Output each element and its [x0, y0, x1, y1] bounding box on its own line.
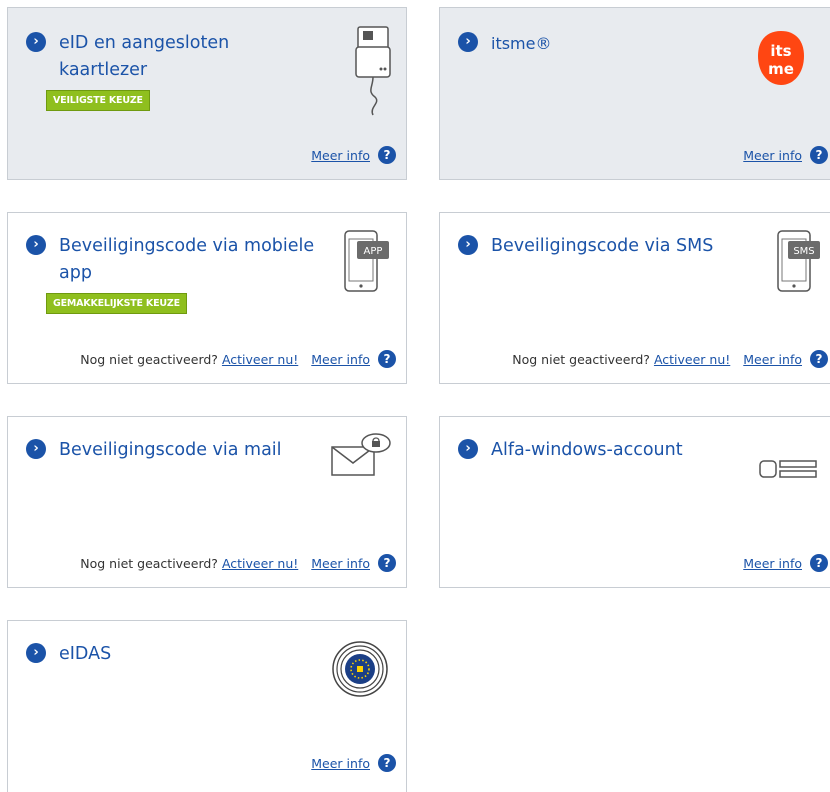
meer-info-link[interactable]: Meer info: [743, 352, 802, 367]
help-icon[interactable]: ?: [378, 554, 396, 572]
meer-info-link[interactable]: Meer info: [743, 148, 802, 163]
card-eidas[interactable]: › eIDAS Meer info ?: [7, 620, 407, 792]
card-reader-icon: [355, 26, 391, 116]
meer-info-link[interactable]: Meer info: [311, 556, 370, 571]
card-alfa-windows[interactable]: › Alfa-windows-account Meer info ?: [439, 416, 830, 588]
not-activated-text: Nog niet geactiveerd?: [80, 555, 218, 571]
itsme-logo-text-bottom: me: [768, 60, 794, 78]
chevron-right-icon: ›: [458, 32, 478, 52]
mobile-app-icon: APP: [344, 230, 389, 292]
meer-info-link[interactable]: Meer info: [311, 352, 370, 367]
card-title: Alfa-windows-account: [491, 440, 683, 460]
help-icon[interactable]: ?: [378, 754, 396, 772]
itsme-logo: its me: [758, 31, 804, 85]
activate-link[interactable]: Activeer nu!: [222, 556, 298, 571]
meer-info-link[interactable]: Meer info: [311, 756, 370, 771]
help-icon[interactable]: ?: [378, 350, 396, 368]
not-activated-text: Nog niet geactiveerd?: [80, 351, 218, 367]
activate-link[interactable]: Activeer nu!: [654, 352, 730, 367]
card-title: eIDAS: [59, 644, 112, 664]
activate-link[interactable]: Activeer nu!: [222, 352, 298, 367]
eidas-icon: [332, 641, 388, 697]
meer-info-link[interactable]: Meer info: [311, 148, 370, 163]
chevron-right-icon: ›: [26, 32, 46, 52]
account-icon: [759, 460, 817, 478]
chevron-right-icon: ›: [458, 439, 478, 459]
card-itsme[interactable]: › itsme® its me Meer info ?: [439, 7, 830, 180]
badge-easiest: GEMAKKELIJKSTE KEUZE: [46, 293, 187, 314]
help-icon[interactable]: ?: [810, 554, 828, 572]
mail-icon: [331, 433, 391, 476]
help-icon[interactable]: ?: [378, 146, 396, 164]
card-eid[interactable]: › eID en aangesloten kaartlezer VEILIGST…: [7, 7, 407, 180]
chevron-right-icon: ›: [26, 643, 46, 663]
card-title: itsme®: [491, 34, 552, 53]
meer-info-link[interactable]: Meer info: [743, 556, 802, 571]
chevron-right-icon: ›: [26, 439, 46, 459]
card-sms[interactable]: › Beveiligingscode via SMS SMS Nog niet …: [439, 212, 830, 384]
card-title: Beveiligingscode via SMS: [491, 236, 714, 256]
chevron-right-icon: ›: [26, 235, 46, 255]
card-title: eID en aangesloten kaartlezer: [59, 33, 230, 80]
itsme-logo-text-top: its: [770, 42, 791, 60]
help-icon[interactable]: ?: [810, 146, 828, 164]
help-icon[interactable]: ?: [810, 350, 828, 368]
card-mobile-app[interactable]: › Beveiligingscode via mobiele app GEMAK…: [7, 212, 407, 384]
chevron-right-icon: ›: [458, 235, 478, 255]
card-title: Beveiligingscode via mobiele app: [59, 236, 315, 283]
sms-icon-label: SMS: [793, 246, 814, 257]
card-mail[interactable]: › Beveiligingscode via mail Nog niet gea…: [7, 416, 407, 588]
app-icon-label: APP: [364, 246, 383, 257]
sms-phone-icon: SMS: [777, 230, 820, 292]
badge-safest: VEILIGSTE KEUZE: [46, 90, 150, 111]
card-title: Beveiligingscode via mail: [59, 440, 282, 460]
not-activated-text: Nog niet geactiveerd?: [512, 351, 650, 367]
